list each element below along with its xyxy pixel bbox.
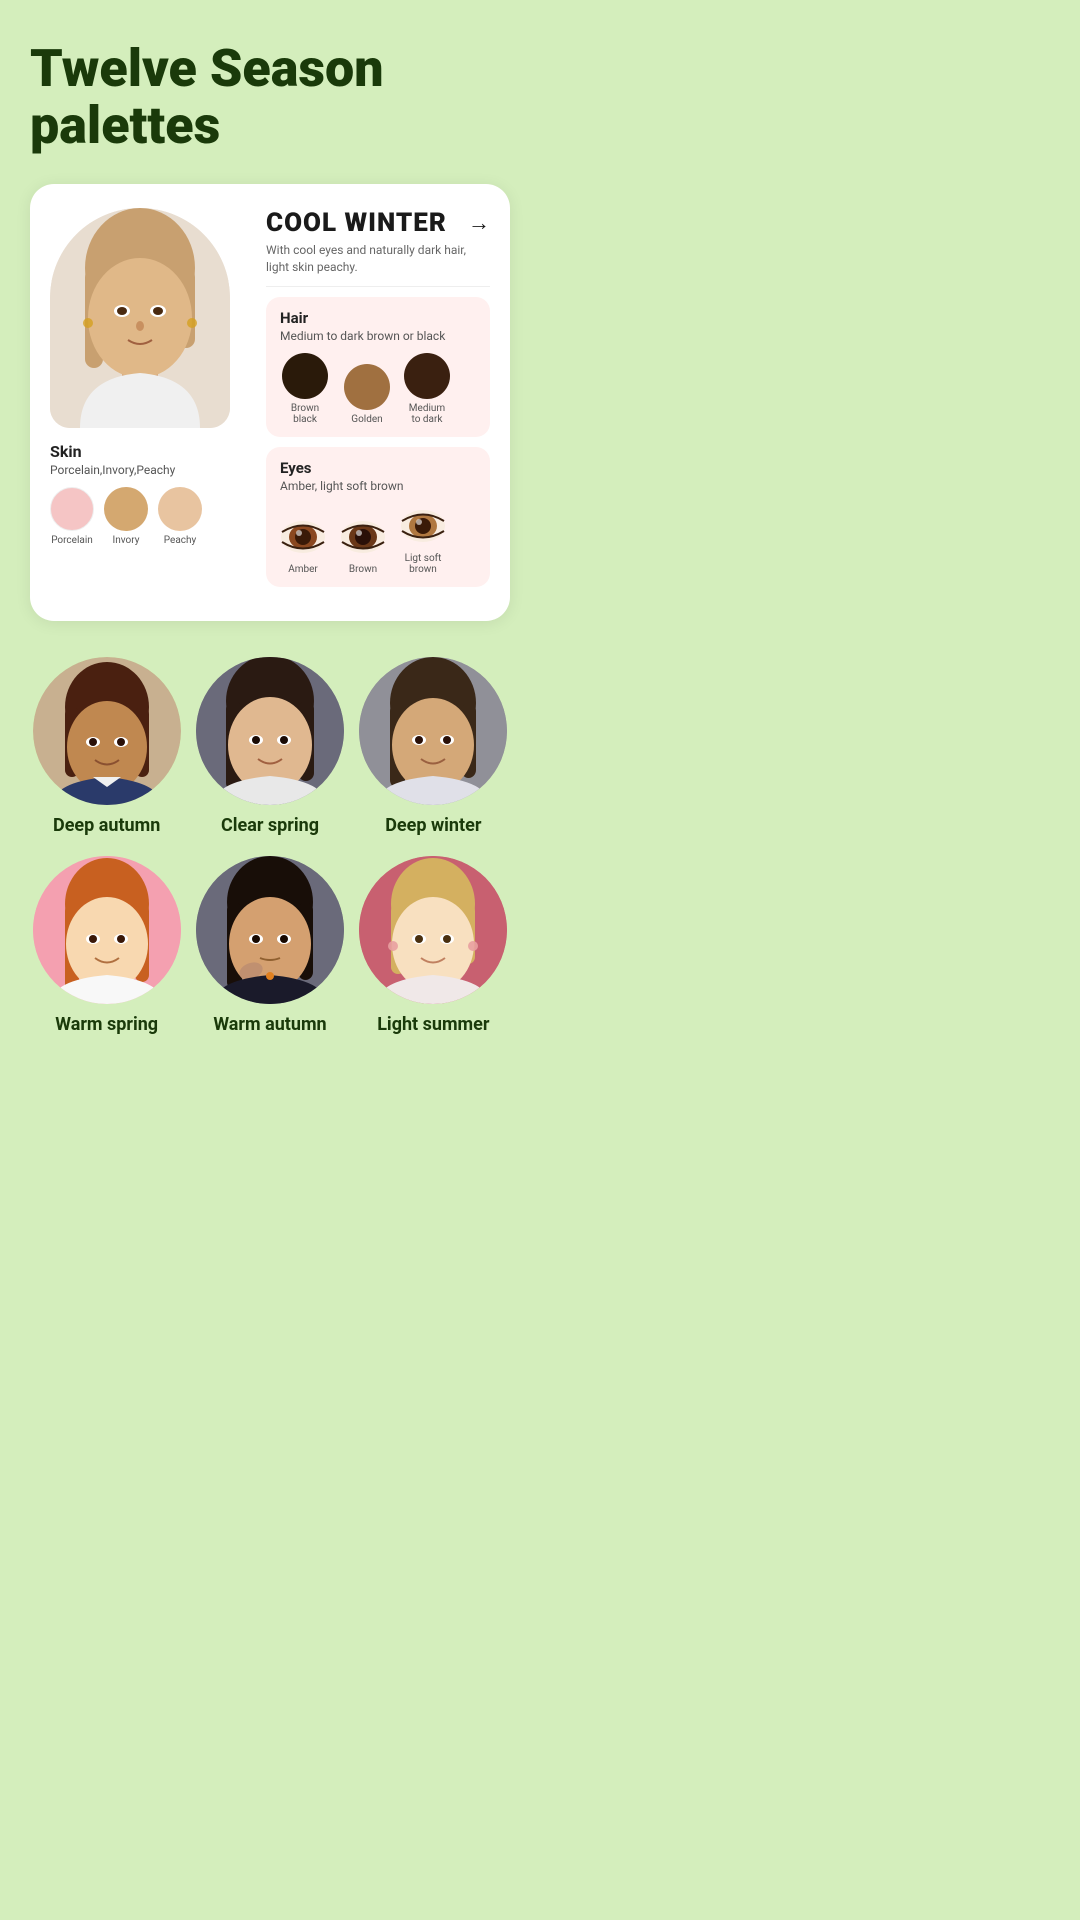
avatar-svg-deep-winter (359, 657, 507, 805)
season-person-warm-spring[interactable]: Warm spring (30, 856, 183, 1035)
season-name: COOL WINTER (266, 208, 447, 238)
avatar-svg-light-summer (359, 856, 507, 1004)
skin-swatch-porcelain: Porcelain (50, 487, 94, 546)
season-avatar-deep-winter (359, 657, 507, 805)
hair-color-mediumdark (404, 353, 450, 399)
eyes-trait-card: Eyes Amber, light soft brown Amber (266, 447, 490, 587)
hair-color-golden (344, 364, 390, 410)
skin-title: Skin (50, 442, 82, 461)
season-avatar-deep-autumn (33, 657, 181, 805)
hair-label-golden: Golden (351, 414, 382, 425)
avatar-svg-warm-spring (33, 856, 181, 1004)
swatch-label-porcelain: Porcelain (51, 535, 93, 546)
page-title: Twelve Seasonpalettes (30, 40, 510, 154)
skin-subtitle: Porcelain,Invory,Peachy (50, 463, 175, 477)
season-avatar-warm-spring (33, 856, 181, 1004)
season-label-warm-autumn: Warm autumn (213, 1014, 326, 1035)
season-card: Skin Porcelain,Invory,Peachy Porcelain I… (30, 184, 510, 621)
eye-label-lightsoftbrown: Ligt soft brown (405, 553, 442, 575)
eyes-swatches: Amber Brown (280, 503, 476, 575)
season-arrow-button[interactable]: → (468, 210, 490, 236)
hair-label-brownblack: Brown black (280, 403, 330, 425)
eye-swatch-lightsoftbrown: Ligt soft brown (400, 503, 446, 575)
person-avatar-svg (50, 208, 230, 428)
eye-swatch-brown: Brown (340, 514, 386, 575)
season-row-2: Warm spring (30, 856, 510, 1035)
season-header: COOL WINTER → (266, 208, 490, 238)
season-label-deep-winter: Deep winter (385, 815, 481, 836)
season-label-clear-spring: Clear spring (221, 815, 319, 836)
eye-swatch-amber: Amber (280, 514, 326, 575)
season-avatar-light-summer (359, 856, 507, 1004)
eyes-trait-subtitle: Amber, light soft brown (280, 479, 476, 493)
swatch-label-invory: Invory (113, 535, 140, 546)
eye-label-brown: Brown (349, 564, 377, 575)
season-person-deep-winter[interactable]: Deep winter (357, 657, 510, 836)
hair-trait-title: Hair (280, 309, 476, 327)
hair-label-mediumdark: Medium to dark (409, 403, 445, 425)
hair-swatch-golden: Golden (344, 364, 390, 425)
eye-icon-brown (340, 514, 386, 560)
hair-swatch-brownblack: Brown black (280, 353, 330, 425)
swatch-color-porcelain (50, 487, 94, 531)
season-row-1: Deep autumn (30, 657, 510, 836)
avatar-svg-warm-autumn (196, 856, 344, 1004)
season-description: With cool eyes and naturally dark hair, … (266, 242, 490, 287)
swatch-color-peachy (158, 487, 202, 531)
eyes-trait-title: Eyes (280, 459, 476, 477)
avatar-svg-deep-autumn (33, 657, 181, 805)
avatar-svg-clear-spring (196, 657, 344, 805)
season-avatar-clear-spring (196, 657, 344, 805)
card-left: Skin Porcelain,Invory,Peachy Porcelain I… (50, 208, 250, 597)
season-person-warm-autumn[interactable]: Warm autumn (193, 856, 346, 1035)
skin-swatch-invory: Invory (104, 487, 148, 546)
season-avatar-warm-autumn (196, 856, 344, 1004)
skin-swatch-peachy: Peachy (158, 487, 202, 546)
hair-swatch-mediumdark: Medium to dark (404, 353, 450, 425)
season-person-light-summer[interactable]: Light summer (357, 856, 510, 1035)
season-label-warm-spring: Warm spring (55, 1014, 158, 1035)
hair-trait-subtitle: Medium to dark brown or black (280, 329, 476, 343)
hair-color-brownblack (282, 353, 328, 399)
season-person-clear-spring[interactable]: Clear spring (193, 657, 346, 836)
hair-swatches: Brown black Golden Medium to dark (280, 353, 476, 425)
swatch-color-invory (104, 487, 148, 531)
skin-swatches: Porcelain Invory Peachy (50, 487, 202, 546)
season-person-deep-autumn[interactable]: Deep autumn (30, 657, 183, 836)
swatch-label-peachy: Peachy (164, 535, 196, 546)
person-photo (50, 208, 230, 428)
eye-icon-lightsoftbrown (400, 503, 446, 549)
season-label-deep-autumn: Deep autumn (53, 815, 160, 836)
eye-icon-amber (280, 514, 326, 560)
card-right: COOL WINTER → With cool eyes and natural… (266, 208, 490, 597)
season-label-light-summer: Light summer (377, 1014, 489, 1035)
eye-label-amber: Amber (288, 564, 318, 575)
hair-trait-card: Hair Medium to dark brown or black Brown… (266, 297, 490, 437)
